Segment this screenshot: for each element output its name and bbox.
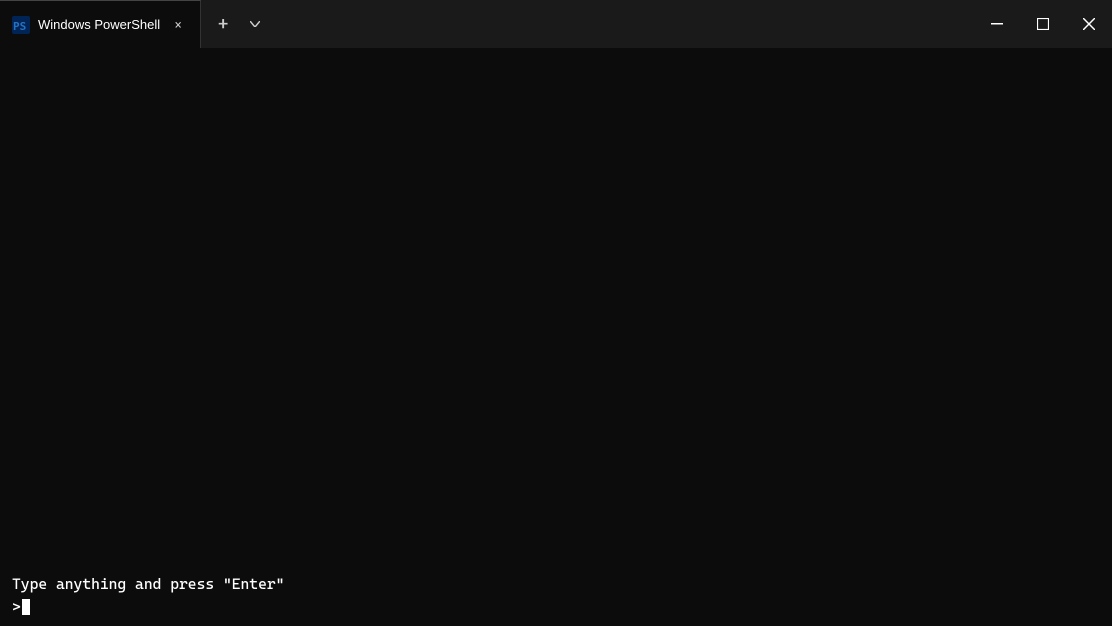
powershell-icon: PS (12, 16, 30, 34)
tab-area: PS Windows PowerShell × + (0, 0, 974, 48)
close-icon (1083, 18, 1095, 30)
terminal-prompt-line: > (12, 596, 1100, 619)
terminal-cursor (22, 599, 30, 615)
maximize-button[interactable] (1020, 8, 1066, 40)
svg-text:PS: PS (13, 20, 26, 33)
close-button[interactable] (1066, 8, 1112, 40)
tab-dropdown-button[interactable] (241, 10, 269, 38)
maximize-icon (1037, 18, 1049, 30)
window-controls (974, 0, 1112, 48)
terminal-instruction: Type anything and press "Enter" (12, 573, 1100, 596)
powershell-tab[interactable]: PS Windows PowerShell × (0, 0, 201, 48)
minimize-icon (991, 23, 1003, 25)
terminal-body[interactable]: Type anything and press "Enter" > (0, 48, 1112, 626)
new-tab-button[interactable]: + (205, 6, 241, 42)
prompt-symbol: > (12, 596, 21, 619)
minimize-button[interactable] (974, 8, 1020, 40)
title-bar: PS Windows PowerShell × + (0, 0, 1112, 48)
chevron-down-icon (250, 21, 260, 27)
tab-close-button[interactable]: × (168, 15, 188, 35)
tab-label: Windows PowerShell (38, 17, 160, 32)
